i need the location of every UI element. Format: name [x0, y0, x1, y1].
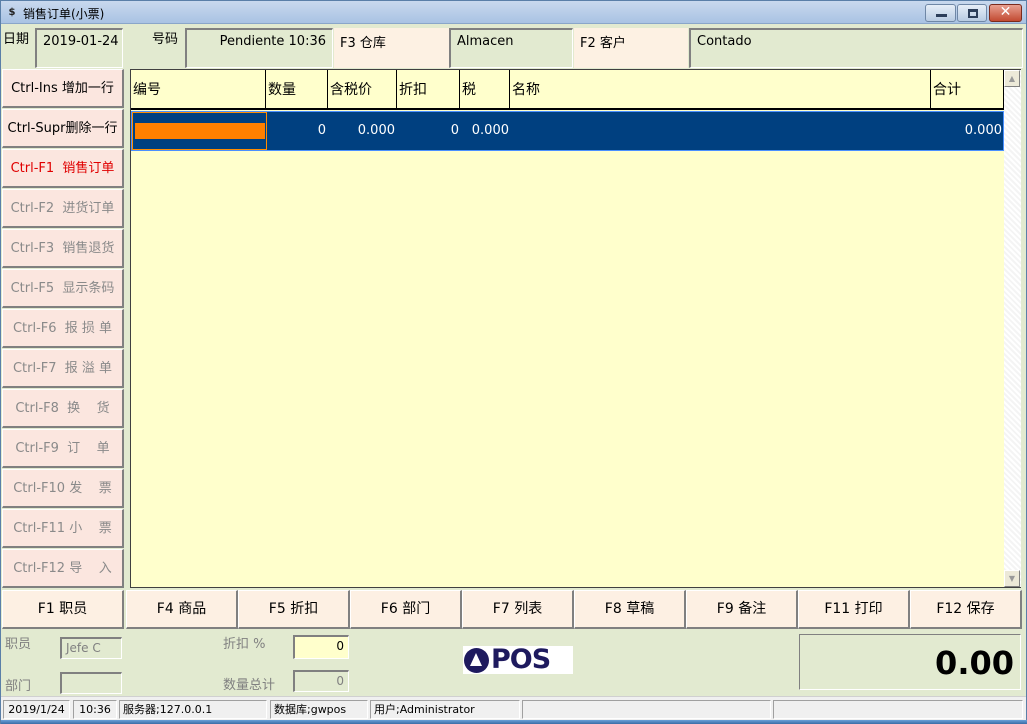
triangle-logo-icon: [464, 648, 489, 673]
print-f11-button[interactable]: F11 打印: [798, 590, 910, 629]
status-server: 服务器;127.0.0.1: [119, 700, 267, 719]
status-date: 2019/1/24: [3, 700, 70, 719]
status-user: 用户;Administrator: [370, 700, 520, 719]
pos-logo: POS: [463, 644, 573, 675]
column-header-total[interactable]: 合计: [931, 70, 1004, 110]
customer-button[interactable]: F2 客户: [574, 28, 688, 68]
receipt-button[interactable]: Ctrl-F11 小 票: [2, 509, 124, 548]
scroll-down-button[interactable]: ▼: [1004, 570, 1020, 587]
title-bar[interactable]: $ 销售订单(小票) ✕: [1, 1, 1026, 24]
status-extra-2: [773, 700, 1023, 719]
discount-f5-button[interactable]: F5 折扣: [238, 590, 350, 629]
close-icon: ✕: [999, 4, 1012, 20]
column-header-name[interactable]: 名称: [510, 70, 931, 110]
show-barcode-button[interactable]: Ctrl-F5 显示条码: [2, 269, 124, 308]
draft-f8-button[interactable]: F8 草稿: [574, 590, 686, 629]
invoice-button[interactable]: Ctrl-F10 发 票: [2, 469, 124, 508]
department-f6-button[interactable]: F6 部门: [350, 590, 462, 629]
add-row-button[interactable]: Ctrl-Ins 增加一行: [2, 69, 124, 108]
order-lines-grid[interactable]: 编号 数量 含税价 折扣 税 名称 合计 0 0.000 0 0.000 0.0…: [130, 69, 1021, 588]
date-label: 日期: [3, 32, 30, 47]
number-field[interactable]: Pendiente 10:36: [185, 28, 333, 68]
purchase-order-button[interactable]: Ctrl-F2 进货订单: [2, 189, 124, 228]
maximize-button[interactable]: [957, 4, 987, 22]
command-panel: Ctrl-Ins 增加一行 Ctrl-Supr删除一行 Ctrl-F1 销售订单…: [1, 69, 125, 589]
list-f7-button[interactable]: F7 列表: [462, 590, 574, 629]
overflow-report-button[interactable]: Ctrl-F7 报 溢 单: [2, 349, 124, 388]
sales-return-button[interactable]: Ctrl-F3 销售退货: [2, 229, 124, 268]
exchange-button[interactable]: Ctrl-F8 换 货: [2, 389, 124, 428]
column-header-code[interactable]: 编号: [131, 70, 266, 110]
import-button[interactable]: Ctrl-F12 导 入: [2, 549, 124, 588]
summary-panel: 职员 Jefe C 部门 折扣 % 0 数量总计 0 POS 0.00: [1, 630, 1026, 696]
minimize-icon: [936, 14, 947, 17]
column-header-tax[interactable]: 税: [460, 70, 510, 110]
qty-total-label: 数量总计: [223, 678, 276, 693]
loss-report-button[interactable]: Ctrl-F6 报 损 单: [2, 309, 124, 348]
status-time: 10:36: [73, 700, 117, 719]
delete-row-button[interactable]: Ctrl-Supr删除一行: [2, 109, 124, 148]
warehouse-button[interactable]: F3 仓库: [334, 28, 449, 68]
discount-percent-field[interactable]: 0: [293, 635, 349, 659]
status-database: 数据库;gwpos: [270, 700, 368, 719]
total-cell[interactable]: 0.000: [932, 112, 1002, 150]
column-header-qty[interactable]: 数量: [266, 70, 328, 110]
employee-field[interactable]: Jefe C: [60, 637, 122, 659]
status-bar: 2019/1/24 10:36 服务器;127.0.0.1 数据库;gwpos …: [1, 696, 1026, 720]
code-cell-editor[interactable]: [132, 112, 267, 150]
qty-total-field: 0: [293, 670, 349, 692]
employee-f1-button[interactable]: F1 职员: [2, 590, 124, 629]
price-cell[interactable]: 0.000: [329, 112, 395, 150]
minimize-button[interactable]: [925, 4, 956, 22]
column-header-price[interactable]: 含税价: [328, 70, 397, 110]
employee-label: 职员: [5, 637, 32, 652]
sales-order-button[interactable]: Ctrl-F1 销售订单: [2, 149, 124, 188]
product-f4-button[interactable]: F4 商品: [126, 590, 238, 629]
date-field[interactable]: 2019-01-24: [35, 28, 123, 68]
sales-order-window: $ 销售订单(小票) ✕ 日期 2019-01-24 号码 Pendiente …: [0, 0, 1027, 724]
grand-total-display: 0.00: [799, 634, 1021, 690]
discount-cell[interactable]: 0: [398, 112, 459, 150]
function-key-bar: F1 职员 F4 商品 F5 折扣 F6 部门 F7 列表 F8 草稿 F9 备…: [1, 589, 1026, 630]
app-icon: $: [8, 7, 16, 18]
table-row[interactable]: 0 0.000 0 0.000 0.000: [131, 111, 1004, 151]
maximize-icon: [968, 9, 978, 18]
note-f9-button[interactable]: F9 备注: [686, 590, 798, 629]
order-button[interactable]: Ctrl-F9 订 单: [2, 429, 124, 468]
discount-percent-label: 折扣 %: [223, 637, 266, 652]
logo-text: POS: [491, 644, 551, 675]
status-extra-1: [522, 700, 771, 719]
qty-cell[interactable]: 0: [267, 112, 326, 150]
warehouse-field[interactable]: Almacen: [449, 28, 573, 68]
close-button[interactable]: ✕: [989, 4, 1022, 22]
window-title: 销售订单(小票): [23, 7, 105, 21]
scroll-up-button[interactable]: ▲: [1004, 70, 1020, 87]
name-cell[interactable]: [511, 112, 929, 150]
grid-header: 编号 数量 含税价 折扣 税 名称 合计: [131, 70, 1005, 110]
tax-cell[interactable]: 0.000: [461, 112, 509, 150]
vertical-scrollbar[interactable]: ▲ ▼: [1004, 70, 1021, 587]
edit-caret-bar: [135, 123, 265, 139]
column-header-discount[interactable]: 折扣: [397, 70, 460, 110]
department-field[interactable]: [60, 672, 122, 694]
number-label: 号码: [152, 32, 179, 47]
save-f12-button[interactable]: F12 保存: [910, 590, 1022, 629]
window-bottom-border: [1, 720, 1027, 724]
department-label: 部门: [5, 679, 32, 694]
customer-field[interactable]: Contado: [689, 28, 1023, 68]
order-header: 日期 2019-01-24 号码 Pendiente 10:36 F3 仓库 A…: [1, 25, 1026, 69]
